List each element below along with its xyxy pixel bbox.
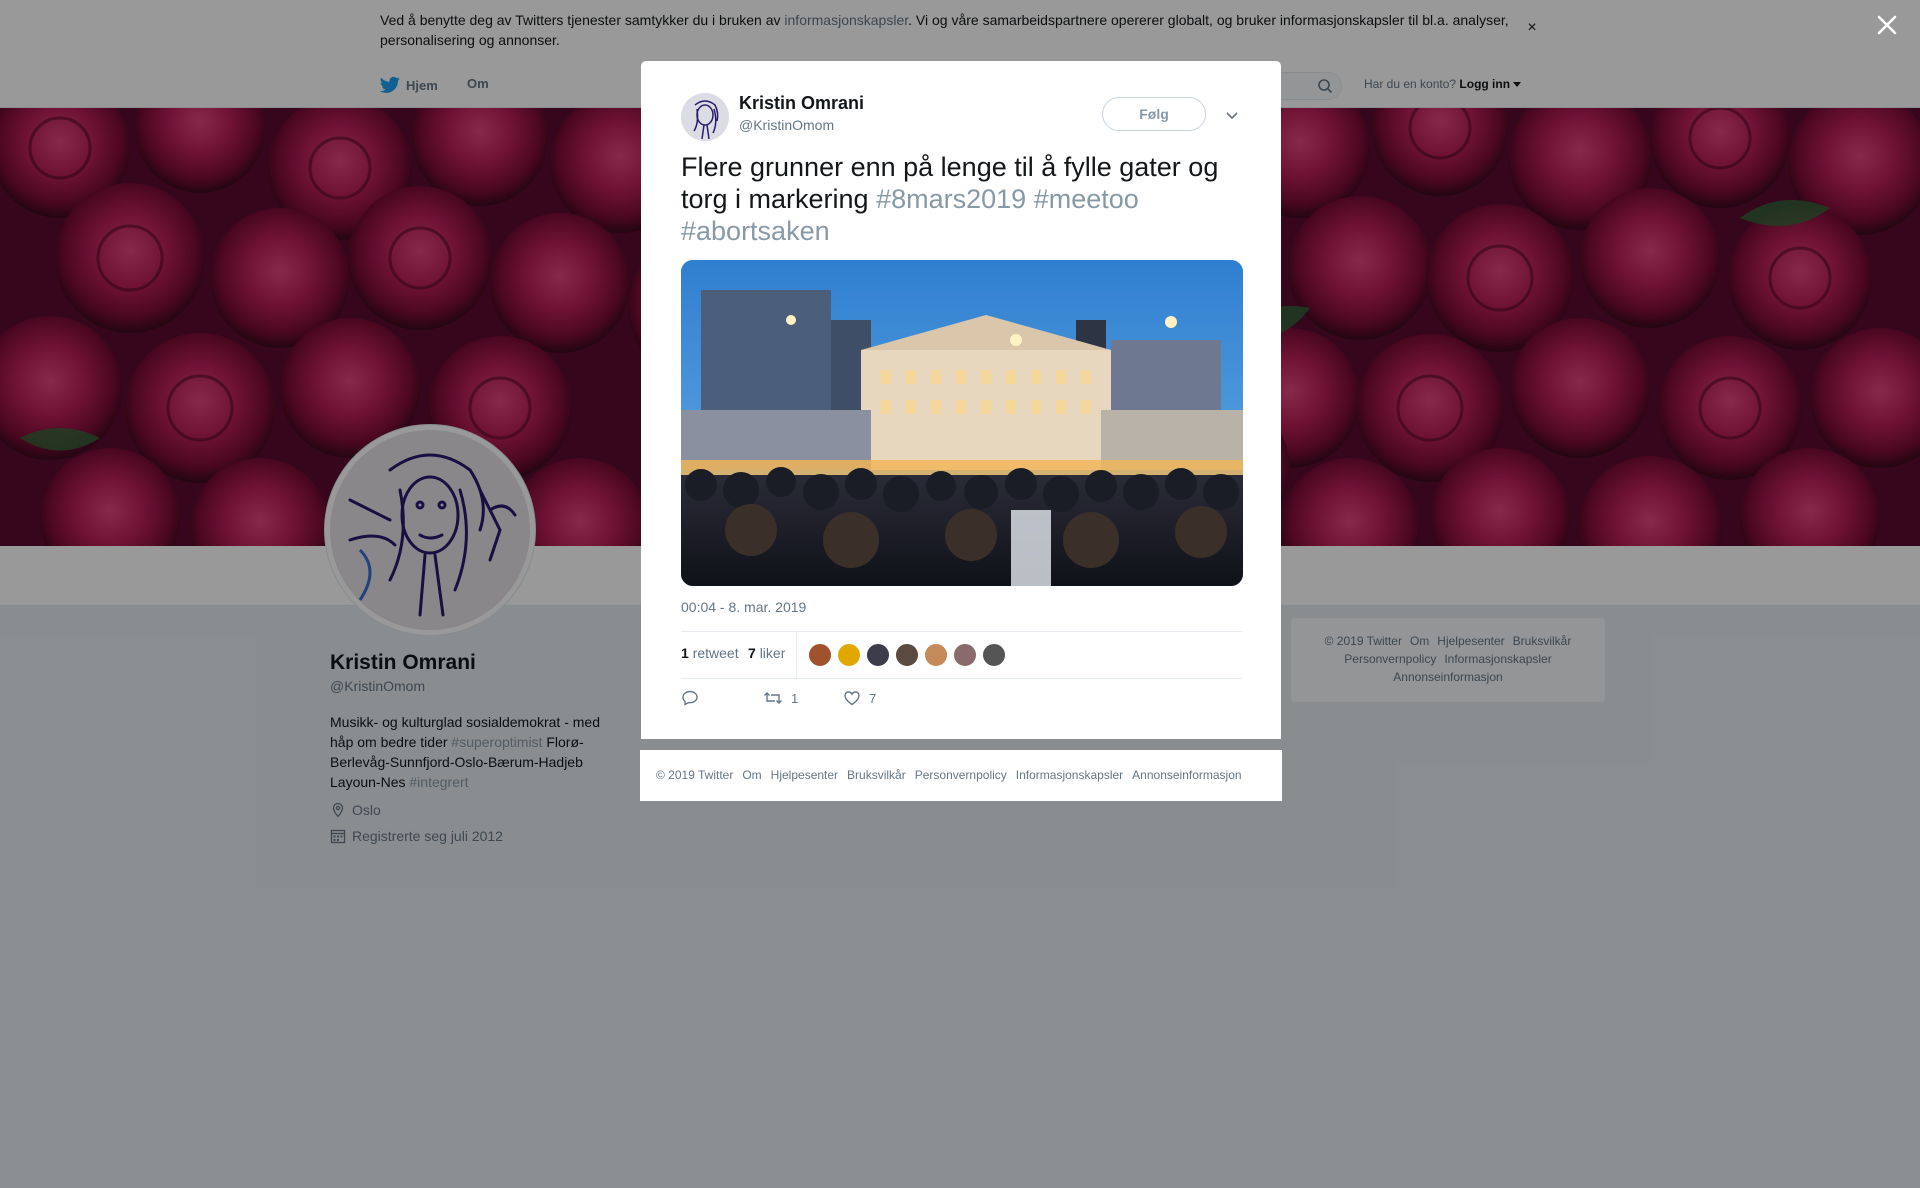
footer-link-ads-info[interactable]: Annonseinformasjon	[1132, 768, 1241, 782]
like-button[interactable]: 7	[843, 689, 876, 707]
tweet-actions: 1 7	[681, 689, 1241, 713]
liker-avatar[interactable]	[953, 643, 977, 667]
footer-link-about[interactable]: Om	[742, 768, 761, 782]
close-icon[interactable]	[1872, 10, 1902, 40]
footer-link-help[interactable]: Hjelpesenter	[771, 768, 838, 782]
tweet-photo[interactable]	[681, 260, 1243, 586]
liker-avatar[interactable]	[808, 643, 832, 667]
retweet-stat[interactable]: 1 retweet	[681, 645, 739, 661]
retweet-button[interactable]: 1	[763, 689, 798, 707]
tweet-text: Flere grunner enn på lenge til å fylle g…	[681, 151, 1251, 247]
follow-button[interactable]: Følg	[1102, 97, 1206, 131]
footer-link-cookies[interactable]: Informasjonskapsler	[1016, 768, 1123, 782]
liker-avatar[interactable]	[837, 643, 861, 667]
retweet-stat-count: 1	[681, 645, 689, 661]
liker-avatar[interactable]	[895, 643, 919, 667]
tweet-timestamp[interactable]: 00:04 - 8. mar. 2019	[681, 599, 806, 615]
footer-copyright: © 2019 Twitter	[656, 768, 734, 782]
tweet-modal: Kristin Omrani @KristinOmom Følg Flere g…	[641, 61, 1281, 739]
retweet-icon	[764, 692, 782, 704]
reply-icon	[682, 690, 698, 706]
chevron-down-icon	[1226, 112, 1238, 120]
like-count: 7	[869, 690, 877, 706]
reply-button[interactable]	[681, 689, 699, 707]
stat-divider	[796, 632, 797, 678]
like-stat-label: liker	[759, 645, 786, 661]
liker-avatars	[808, 643, 1006, 667]
footer-link-privacy[interactable]: Personvernpolicy	[915, 768, 1007, 782]
tweet-hashtag[interactable]: #8mars2019	[876, 184, 1026, 214]
crowd-square-photo	[681, 260, 1243, 586]
liker-avatar[interactable]	[866, 643, 890, 667]
liker-avatar[interactable]	[924, 643, 948, 667]
doodle-avatar-image	[681, 93, 729, 141]
liker-avatar[interactable]	[982, 643, 1006, 667]
tweet-hashtag[interactable]: #meetoo	[1034, 184, 1139, 214]
retweet-count: 1	[791, 690, 799, 706]
like-stat[interactable]: 7 liker	[748, 645, 785, 661]
tweet-author-handle[interactable]: @KristinOmom	[739, 117, 834, 133]
tweet-hashtag[interactable]: #abortsaken	[681, 216, 830, 246]
tweet-author-avatar[interactable]	[681, 93, 729, 141]
heart-icon	[844, 691, 860, 706]
retweet-stat-label: retweet	[692, 645, 739, 661]
tweet-menu-button[interactable]	[1221, 105, 1243, 125]
modal-footer: © 2019 Twitter Om Hjelpesenter Bruksvilkår P…	[640, 750, 1282, 801]
tweet-author-name[interactable]: Kristin Omrani	[739, 93, 864, 114]
like-stat-count: 7	[748, 645, 756, 661]
tweet-stats: 1 retweet 7 liker	[681, 631, 1243, 679]
footer-link-terms[interactable]: Bruksvilkår	[847, 768, 906, 782]
